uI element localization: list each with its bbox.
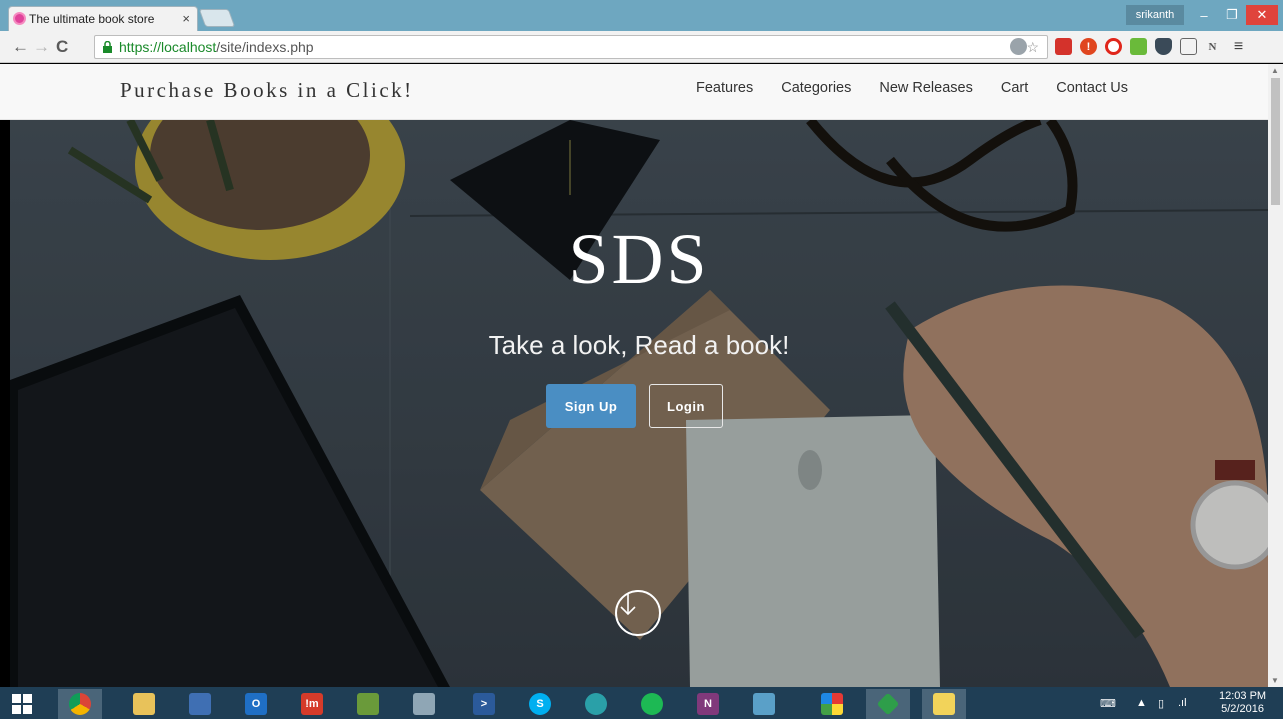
signal-icon[interactable]: .ıl xyxy=(1178,687,1187,719)
browser-icon xyxy=(585,693,607,715)
remote-icon xyxy=(753,693,775,715)
taskbar-color-app[interactable] xyxy=(810,689,854,719)
site-brand[interactable]: Purchase Books in a Click! xyxy=(120,78,414,103)
minimize-button[interactable]: – xyxy=(1190,5,1218,25)
taskbar-chrome[interactable] xyxy=(58,689,102,719)
arrow-down-icon xyxy=(620,594,636,616)
im-icon: !m xyxy=(301,693,323,715)
tray-expand-icon[interactable]: ▲ xyxy=(1136,687,1147,719)
page-viewport: Purchase Books in a Click! Features Cate… xyxy=(0,64,1268,687)
outlook-icon: O xyxy=(245,693,267,715)
scrollbar-thumb[interactable] xyxy=(1271,78,1280,205)
reload-icon[interactable]: C xyxy=(56,37,68,57)
spotify-icon xyxy=(641,693,663,715)
forward-arrow-icon[interactable]: → xyxy=(33,37,50,57)
profile-button[interactable]: srikanth xyxy=(1126,5,1184,25)
taskbar-clock[interactable]: 12:03 PM 5/2/2016 xyxy=(1219,690,1266,716)
scroll-up-icon[interactable]: ▲ xyxy=(1271,66,1279,75)
taskbar-green-app[interactable] xyxy=(866,689,910,719)
page-scrollbar[interactable]: ▲ ▼ xyxy=(1268,64,1283,687)
menu-icon[interactable]: ≡ xyxy=(1230,38,1247,55)
green-extension-icon[interactable] xyxy=(1130,38,1147,55)
bookmark-star-icon[interactable]: ☆ xyxy=(1026,39,1039,56)
nav-cart[interactable]: Cart xyxy=(1001,80,1028,96)
taskbar-project[interactable] xyxy=(346,689,390,719)
taskbar-outlook[interactable]: O xyxy=(234,689,278,719)
network-icon xyxy=(189,693,211,715)
onenote-icon: N xyxy=(697,693,719,715)
taskbar-onenote[interactable]: N xyxy=(686,689,730,719)
windows-logo-icon xyxy=(12,694,32,714)
hero-subtitle: Take a look, Read a book! xyxy=(488,330,790,360)
hero-section: SDS Take a look, Read a book! Sign Up Lo… xyxy=(10,120,1268,687)
ni-extension-icon[interactable]: N xyxy=(1204,38,1221,55)
yellow-app-icon xyxy=(933,693,955,715)
battery-icon[interactable]: ▯ xyxy=(1158,687,1164,719)
new-tab-button[interactable] xyxy=(198,9,236,27)
nav-contact-us[interactable]: Contact Us xyxy=(1056,80,1128,96)
taskbar-powershell[interactable]: > xyxy=(462,689,506,719)
project-icon xyxy=(357,693,379,715)
lock-icon xyxy=(103,41,112,53)
chrome-icon xyxy=(69,693,91,715)
login-button[interactable]: Login xyxy=(649,384,723,428)
hero-title: SDS xyxy=(568,219,710,299)
site-menu: Features Categories New Releases Cart Co… xyxy=(696,80,1128,96)
nav-features[interactable]: Features xyxy=(696,80,753,96)
skype-icon: S xyxy=(529,693,551,715)
url-path: /site/indexs.php xyxy=(216,39,314,55)
url-secure-part: https://localhost xyxy=(119,39,217,55)
taskbar-remote[interactable] xyxy=(742,689,786,719)
keyboard-icon[interactable]: ⌨ xyxy=(1100,687,1116,719)
powershell-icon: > xyxy=(473,693,495,715)
taskbar-explorer[interactable] xyxy=(122,689,166,719)
address-bar[interactable]: https://localhost/site/indexs.php ☆ xyxy=(94,35,1048,59)
taskbar-browser[interactable] xyxy=(574,689,618,719)
book-extension-icon[interactable] xyxy=(1055,38,1072,55)
taskbar-network[interactable] xyxy=(178,689,222,719)
nav-categories[interactable]: Categories xyxy=(781,80,851,96)
site-favicon-icon xyxy=(13,12,26,25)
color-app-icon xyxy=(821,693,843,715)
taskbar-spotify[interactable] xyxy=(630,689,674,719)
shield-extension-icon[interactable] xyxy=(1010,38,1027,55)
taskbar-skype[interactable]: S xyxy=(518,689,562,719)
green-app-icon xyxy=(876,692,900,716)
start-button[interactable] xyxy=(0,689,44,719)
site-navbar: Purchase Books in a Click! Features Cate… xyxy=(0,64,1268,120)
scroll-down-arrow-icon[interactable]: ▼ xyxy=(1271,676,1279,685)
restore-button[interactable]: ❐ xyxy=(1218,5,1246,25)
windows-taskbar: O !m > S N ⌨ ▲ ▯ .ıl 12:03 PM 5/2/2016 xyxy=(0,687,1283,719)
pocket-extension-icon[interactable] xyxy=(1155,38,1172,55)
cast-icon[interactable] xyxy=(1180,38,1197,55)
signup-button[interactable]: Sign Up xyxy=(546,384,636,428)
nav-new-releases[interactable]: New Releases xyxy=(879,80,973,96)
browser-toolbar: ← → C https://localhost/site/indexs.php … xyxy=(0,31,1283,63)
browser-titlebar: The ultimate book store × srikanth – ❐ ✕ xyxy=(0,0,1283,31)
tab-title: The ultimate book store xyxy=(29,12,155,26)
taskbar-calculator[interactable] xyxy=(402,689,446,719)
back-arrow-icon[interactable]: ← xyxy=(12,37,29,57)
opera-extension-icon[interactable] xyxy=(1105,38,1122,55)
clock-time: 12:03 PM xyxy=(1219,690,1267,702)
tab-close-icon[interactable]: × xyxy=(182,11,190,26)
clock-date: 5/2/2016 xyxy=(1221,703,1264,715)
file-explorer-icon xyxy=(133,693,155,715)
taskbar-yellow-app[interactable] xyxy=(922,689,966,719)
alert-extension-icon[interactable]: ! xyxy=(1080,38,1097,55)
browser-tab[interactable]: The ultimate book store × xyxy=(8,6,198,31)
close-window-button[interactable]: ✕ xyxy=(1246,5,1278,25)
hero-buttons: Sign Up Login xyxy=(546,384,723,428)
calculator-icon xyxy=(413,693,435,715)
taskbar-im[interactable]: !m xyxy=(290,689,334,719)
scroll-down-icon[interactable] xyxy=(615,590,661,636)
